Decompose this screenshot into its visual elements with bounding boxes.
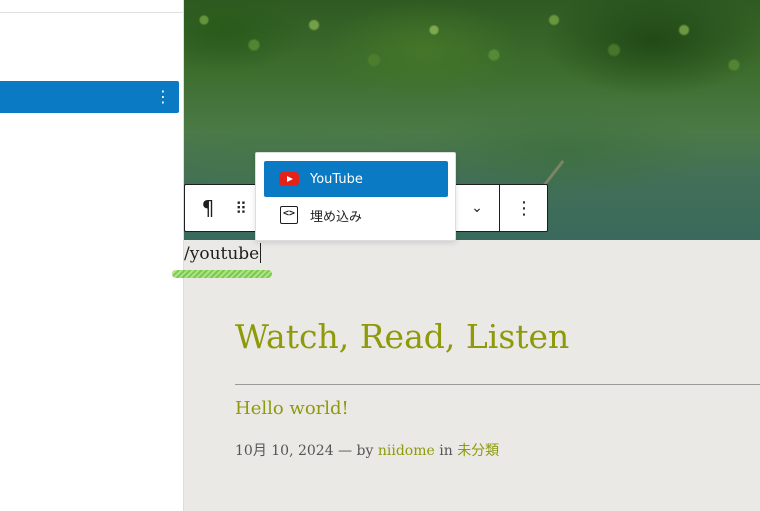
inserter-item-label: 埋め込み	[310, 209, 363, 225]
paragraph-icon[interactable]: ¶	[193, 185, 223, 231]
toolbar-divider	[499, 185, 500, 231]
spellcheck-underline	[172, 270, 272, 278]
post-date: 10月 10, 2024	[235, 443, 334, 459]
page-content: Watch, Read, Listen Hello world! 10月 10,…	[235, 310, 760, 459]
in-label: in	[439, 443, 453, 459]
inserter-item-label: YouTube	[310, 171, 363, 187]
category-link[interactable]: 未分類	[457, 443, 499, 459]
slash-inserter-popover: YouTube <> 埋め込み	[255, 152, 456, 241]
selected-block-row[interactable]: ⋮	[0, 81, 179, 113]
post-title-link[interactable]: Hello world!	[235, 396, 349, 422]
paragraph-editor[interactable]: /youtube	[184, 243, 262, 265]
slash-command-text: /youtube	[184, 244, 260, 264]
cover-foliage	[184, 0, 760, 110]
embed-icon: <>	[278, 206, 300, 224]
drag-handle-icon[interactable]: ⠿	[227, 185, 253, 231]
youtube-icon	[278, 170, 300, 188]
post-meta: 10月 10, 2024 — by niidome in 未分類	[235, 440, 499, 462]
author-link[interactable]: niidome	[378, 443, 435, 459]
row-options-icon[interactable]: ⋮	[155, 87, 171, 107]
text-caret	[260, 243, 262, 263]
inserter-item-youtube[interactable]: YouTube	[264, 161, 448, 197]
page-title[interactable]: Watch, Read, Listen	[235, 310, 760, 364]
chevron-down-icon[interactable]: ⌄	[459, 185, 495, 231]
more-options-icon[interactable]: ⋮	[505, 185, 543, 231]
meta-separator: —	[338, 443, 353, 459]
list-view-sidebar: ⋮	[0, 0, 184, 511]
inserter-item-embed[interactable]: <> 埋め込み	[264, 197, 448, 233]
separator-line	[235, 384, 760, 385]
sidebar-divider	[0, 12, 184, 13]
by-label: by	[356, 443, 374, 459]
